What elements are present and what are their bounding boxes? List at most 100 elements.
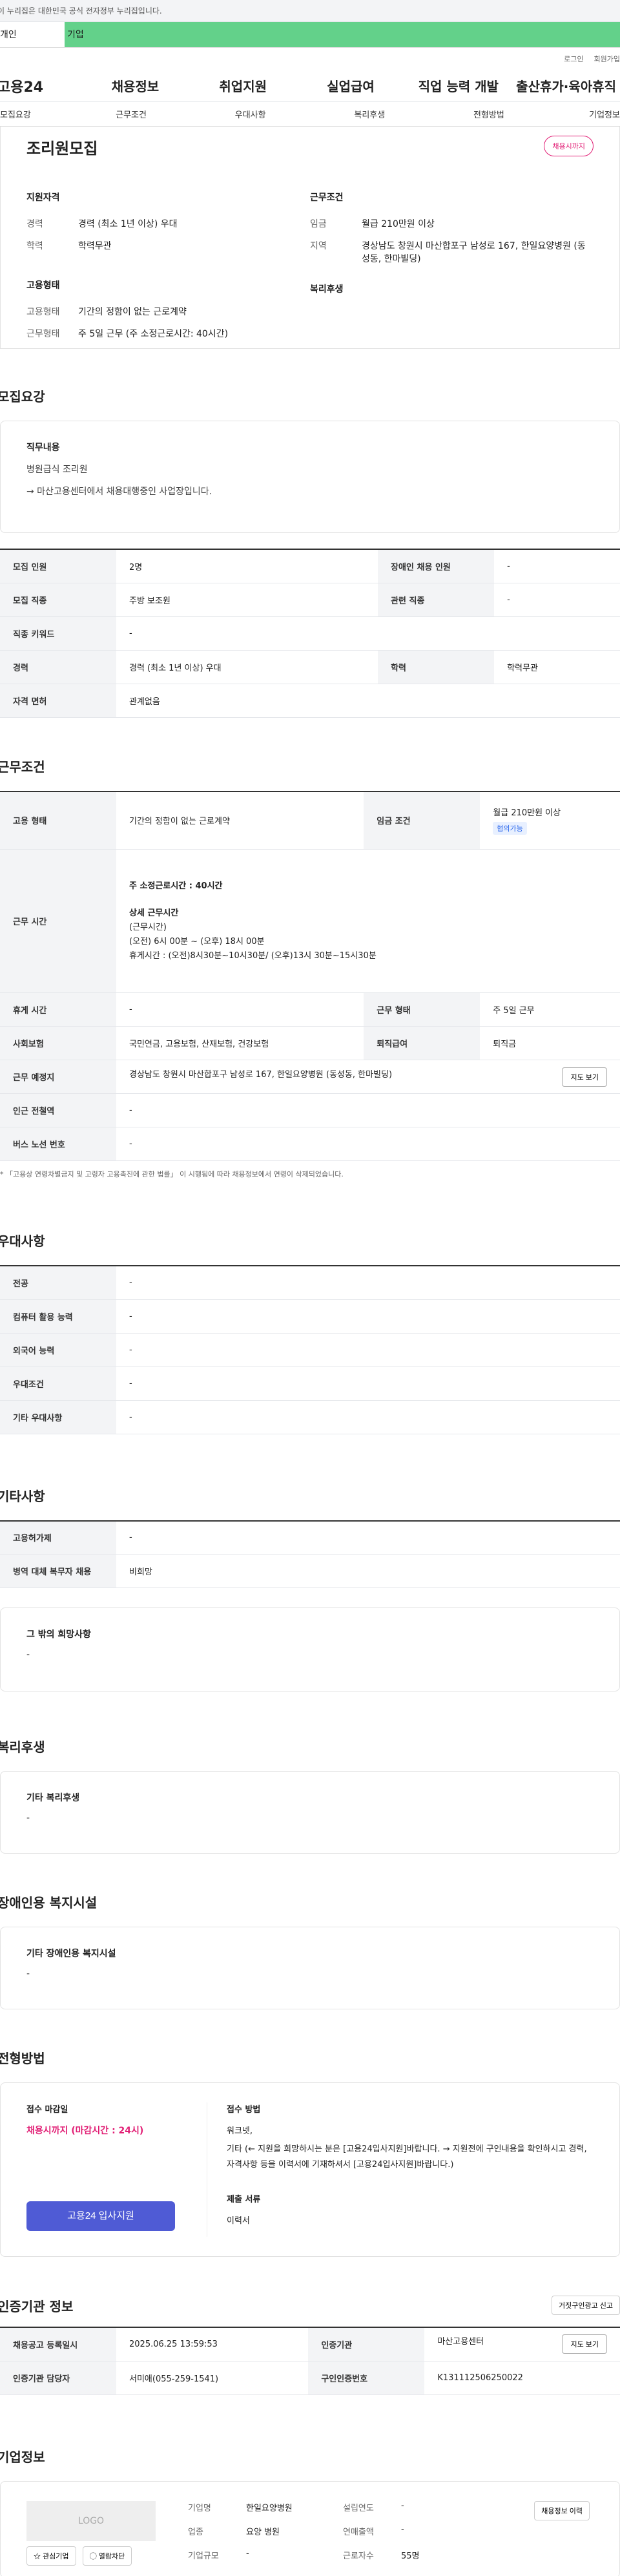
wage-value: 월급 210만원 이상 bbox=[493, 808, 561, 819]
tab-personal[interactable]: 개인 bbox=[0, 22, 65, 47]
fav-company-button[interactable]: ☆ 관심기업 bbox=[26, 2546, 76, 2566]
selection-box: 접수 마감일 채용시까지 (마감시간 : 24시) 고용24 입사지원 접수 방… bbox=[0, 2082, 620, 2257]
disabled-heading: 기타 장애인용 복지시설 bbox=[26, 1949, 116, 1959]
value: 학력무관 bbox=[78, 241, 112, 251]
label: 설립연도 bbox=[343, 2503, 374, 2513]
subnav-selection[interactable]: 전형방법 bbox=[429, 108, 549, 120]
gnb-jobs[interactable]: 채용정보 bbox=[81, 76, 189, 95]
label: 기업명 bbox=[188, 2503, 211, 2513]
tab-business[interactable]: 기업 bbox=[65, 22, 620, 47]
label: 고용형태 bbox=[26, 307, 60, 317]
emp-heading: 고용형태 bbox=[26, 280, 60, 291]
value: 기간의 정함이 없는 근로계약 bbox=[78, 307, 187, 317]
etc-table: 고용허가제 - 병역 대체 복무자 채용 비희망 bbox=[0, 1520, 620, 1588]
th: 사회보험 bbox=[0, 1026, 116, 1060]
th: 임금 조건 bbox=[364, 790, 480, 850]
section-etc: 기타사항 bbox=[0, 1488, 45, 1504]
work-table: 고용 형태 기간의 정함이 없는 근로계약 임금 조건 월급 210만원 이상 협의가능… bbox=[0, 790, 620, 1161]
subnav-pref[interactable]: 우대사항 bbox=[191, 108, 310, 120]
site-logo[interactable]: 고용24 bbox=[0, 76, 81, 96]
td: 학력무관 bbox=[494, 650, 620, 684]
td: 마산고용센터 지도 보기 bbox=[424, 2327, 620, 2361]
value: 주 5일 근무 (주 소정근로시간: 40시간) bbox=[78, 329, 229, 339]
th: 경력 bbox=[0, 650, 116, 684]
work-hours-line: 휴게시간 : (오전)8시30분~10시30분/ (오후)13시 30분~15시… bbox=[129, 950, 377, 961]
subnav-work[interactable]: 근무조건 bbox=[72, 108, 191, 120]
age-note: * 「고용상 연령차별금지 및 고령자 고용촉진에 관한 법률」 이 시행됨에 … bbox=[0, 1170, 344, 1178]
th: 직종 키워드 bbox=[0, 616, 116, 651]
other-wish-value: - bbox=[26, 1649, 30, 1660]
td: 국민연금, 고용보험, 산재보험, 건강보험 bbox=[116, 1026, 364, 1060]
td: - bbox=[116, 1093, 620, 1127]
section-disabled: 장애인용 복지시설 bbox=[0, 1895, 98, 1911]
deadline-heading: 접수 마감일 bbox=[26, 2105, 68, 2115]
td: - bbox=[116, 1127, 620, 1161]
other-wish-box: 그 밖의 희망사항 - bbox=[0, 1607, 620, 1691]
section-nav: 모집요강 근무조건 우대사항 복리후생 전형방법 기업정보 bbox=[0, 102, 620, 127]
value: - bbox=[246, 2548, 249, 2559]
td: - bbox=[116, 1400, 620, 1434]
job-title: 조리원모집 bbox=[26, 140, 98, 158]
td: K131112506250022 bbox=[424, 2361, 620, 2395]
map-button[interactable]: 지도 보기 bbox=[562, 1067, 607, 1087]
label: 업종 bbox=[188, 2527, 203, 2537]
gnb-support[interactable]: 취업지원 bbox=[189, 76, 297, 95]
section-selection: 전형방법 bbox=[0, 2051, 45, 2066]
report-button[interactable]: 거짓구인광고 신고 bbox=[551, 2296, 620, 2315]
th: 근무 형태 bbox=[364, 992, 480, 1027]
th: 인증기관 담당자 bbox=[0, 2361, 116, 2395]
td: 2명 bbox=[116, 549, 378, 583]
th: 관련 직종 bbox=[378, 583, 495, 617]
th: 기타 우대사항 bbox=[0, 1400, 116, 1434]
td: 주 소정근로시간 : 40시간 상세 근무시간 (근무시간) (오전) 6시 0… bbox=[116, 849, 620, 993]
th: 근무 시간 bbox=[0, 849, 116, 993]
company-logo: LOGO bbox=[26, 2500, 156, 2541]
gov-banner: 이 누리집은 대한민국 공식 전자정부 누리집입니다. bbox=[0, 0, 620, 22]
section-company: 기업정보 bbox=[0, 2449, 45, 2465]
job-desc-line: 병원급식 조리원 bbox=[26, 465, 88, 475]
th: 휴게 시간 bbox=[0, 992, 116, 1027]
job-summary: 조리원모집 채용시까지 지원자격 경력 경력 (최소 1년 이상) 우대 학력 학력… bbox=[0, 127, 620, 349]
signup-link[interactable]: 회원가입 bbox=[594, 54, 620, 64]
subnav-recruit[interactable]: 모집요강 bbox=[0, 108, 72, 120]
td: 주 5일 근무 bbox=[480, 992, 620, 1027]
value: 경상남도 창원시 마산합포구 남성로 167, 한일요양병원 (동성동, 한마빌… bbox=[362, 241, 586, 264]
td: 월급 210만원 이상 협의가능 bbox=[480, 790, 620, 850]
td: - bbox=[116, 1367, 620, 1401]
gnb-leave[interactable]: 출산휴가·육아휴직 bbox=[512, 76, 620, 95]
place-value: 경상남도 창원시 마산합포구 남성로 167, 한일요양병원 (동성동, 한마빌… bbox=[129, 1069, 393, 1080]
th: 버스 노선 번호 bbox=[0, 1127, 116, 1161]
th: 근무 예정지 bbox=[0, 1060, 116, 1094]
method-line: 기타 (← 지원을 희망하시는 분은 [고용24입사지원]바랍니다. → 지원전… bbox=[227, 2144, 587, 2170]
value: - bbox=[401, 2500, 404, 2511]
subnav-company[interactable]: 기업정보 bbox=[548, 108, 620, 120]
label: 지역 bbox=[310, 241, 327, 251]
subnav-welfare[interactable]: 복리후생 bbox=[310, 108, 429, 120]
method-line: 워크넷, bbox=[227, 2126, 253, 2136]
label: 임금 bbox=[310, 219, 327, 229]
th: 장애인 채용 인원 bbox=[378, 549, 495, 583]
th: 우대조건 bbox=[0, 1367, 116, 1401]
th: 학력 bbox=[378, 650, 495, 684]
th: 모집 인원 bbox=[0, 549, 116, 583]
work-hours-line: (근무시간) bbox=[129, 922, 167, 932]
global-nav: 고용24 채용정보 취업지원 실업급여 직업 능력 개발 출산휴가·육아휴직 bbox=[0, 70, 620, 102]
history-button[interactable]: 채용정보 이력 bbox=[534, 2500, 590, 2520]
label: 근로자수 bbox=[343, 2551, 374, 2561]
work-hours-detail-title: 상세 근무시간 bbox=[129, 908, 179, 918]
work-hours-main: 주 소정근로시간 : 40시간 bbox=[129, 881, 223, 891]
agency-map-button[interactable]: 지도 보기 bbox=[562, 2334, 607, 2354]
block-button[interactable]: ◯ 열람차단 bbox=[82, 2546, 132, 2566]
gnb-benefit[interactable]: 실업급여 bbox=[297, 76, 405, 95]
th: 구인인증번호 bbox=[308, 2361, 425, 2395]
section-recruit: 모집요강 bbox=[0, 389, 45, 404]
td: - bbox=[116, 1265, 620, 1300]
disabled-value: - bbox=[26, 1969, 30, 1979]
login-link[interactable]: 로그인 bbox=[564, 54, 583, 64]
th: 모집 직종 bbox=[0, 583, 116, 617]
block-icon: ◯ bbox=[89, 2552, 99, 2560]
gnb-training[interactable]: 직업 능력 개발 bbox=[404, 76, 512, 95]
deadline-value: 채용시까지 (마감시간 : 24시) bbox=[26, 2126, 144, 2136]
section-welfare: 복리후생 bbox=[0, 1739, 45, 1755]
apply-button[interactable]: 고용24 입사지원 bbox=[26, 2201, 175, 2231]
